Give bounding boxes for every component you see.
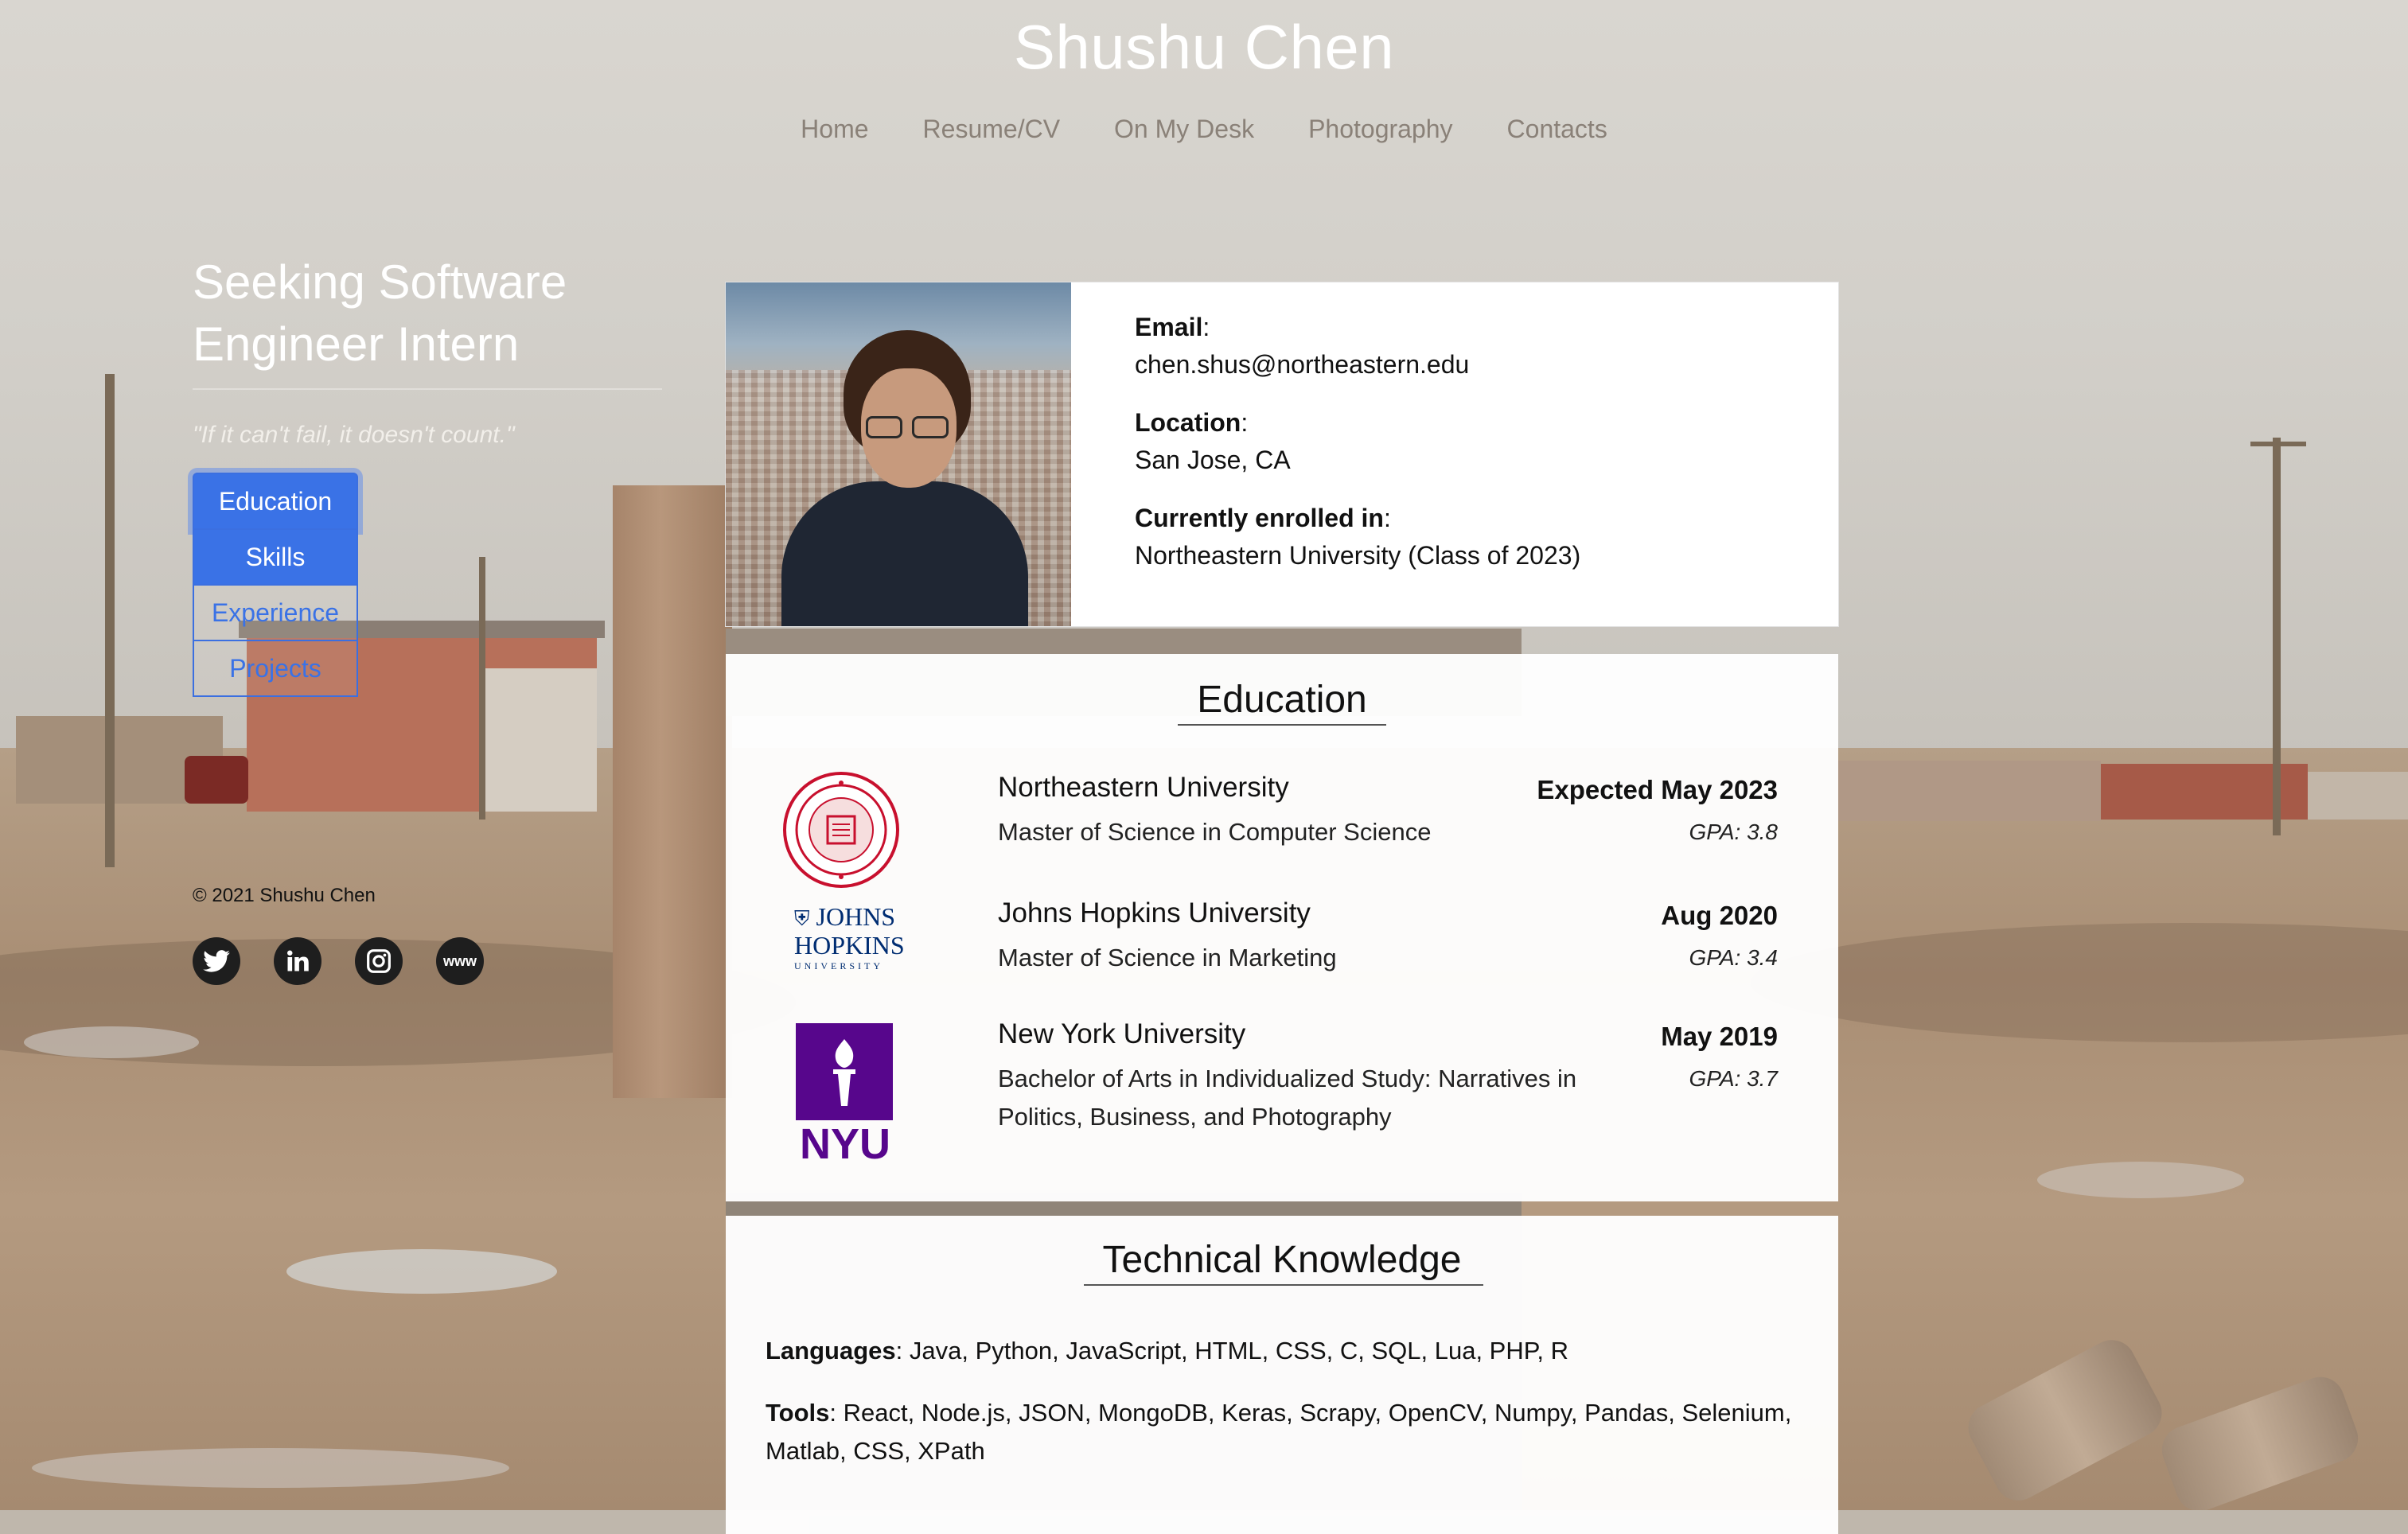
nav-on-my-desk-link[interactable]: On My Desk [1114,115,1254,144]
education-section: Education Northeastern University Master… [726,654,1838,1201]
johns-hopkins-logo: ⛨ JOHNS HOPKINS UNIVERSITY [794,902,905,971]
nav-photography-link[interactable]: Photography [1308,115,1452,144]
email-value: chen.shus@northeastern.edu [1135,350,1470,379]
education-gpa: GPA: 3.8 [1689,820,1778,844]
section-nav: Education Skills Experience Projects [193,473,361,697]
degree-name: Master of Science in Computer Science [998,818,1432,846]
sidebar-quote: "If it can't fail, it doesn't count." [193,422,515,448]
section-nav-projects[interactable]: Projects [193,640,358,697]
tools-label: Tools [766,1399,830,1427]
nyu-torch-icon [796,1023,893,1120]
nav-contacts-link[interactable]: Contacts [1507,115,1607,144]
sidebar-heading: Seeking Software Engineer Intern [193,255,567,371]
main-nav: Home Resume/CV On My Desk Photography Co… [0,115,2408,144]
education-date: Expected May 2023 [1537,775,1778,804]
social-links: www [193,937,484,985]
jhu-logo-line2: HOPKINS [794,931,905,960]
profile-card: Email: chen.shus@northeastern.edu Locati… [726,282,1838,626]
enrolled-value: Northeastern University (Class of 2023) [1135,541,1581,570]
technical-knowledge-title: Technical Knowledge [1102,1239,1462,1281]
education-title: Education [1197,679,1367,721]
nyu-logo-text: NYU [799,1120,890,1168]
sidebar-divider [193,388,662,390]
technical-knowledge-section: Technical Knowledge Languages: Java, Pyt… [726,1216,1838,1534]
linkedin-icon[interactable] [274,937,321,985]
tools-line: Tools: React, Node.js, JSON, MongoDB, Ke… [766,1394,1792,1470]
location-value: San Jose, CA [1135,446,1291,474]
website-icon[interactable]: www [436,937,484,985]
site-title: Shushu Chen [1013,12,1395,82]
jhu-logo-line1: JOHNS [816,902,896,931]
school-name: Johns Hopkins University [998,897,1311,929]
degree-name: Master of Science in Marketing [998,944,1337,971]
tools-value: : React, Node.js, JSON, MongoDB, Keras, … [766,1399,1792,1465]
copyright-text: © 2021 Shushu Chen [193,885,376,906]
sidebar: Seeking Software Engineer Intern "If it … [193,251,662,697]
northeastern-seal-logo [783,772,899,892]
website-icon-label: www [442,952,477,969]
jhu-logo-line3: UNIVERSITY [794,960,883,971]
school-name: Northeastern University [998,772,1289,803]
profile-photo [726,282,1071,626]
education-gpa: GPA: 3.4 [1689,945,1778,970]
nyu-logo: NYU [796,1023,894,1168]
education-gpa: GPA: 3.7 [1689,1066,1778,1091]
location-label: Location [1135,408,1241,437]
education-date: May 2019 [1661,1022,1778,1051]
education-date: Aug 2020 [1661,901,1778,930]
education-title-underline [1178,724,1386,726]
enrolled-label: Currently enrolled in [1135,504,1384,532]
languages-value: : Java, Python, JavaScript, HTML, CSS, C… [895,1337,1569,1365]
twitter-icon[interactable] [193,937,240,985]
nav-home-link[interactable]: Home [801,115,868,144]
section-nav-experience[interactable]: Experience [193,584,358,641]
nav-resume-link[interactable]: Resume/CV [923,115,1061,144]
school-name: New York University [998,1018,1246,1049]
instagram-icon[interactable] [355,937,403,985]
languages-label: Languages [766,1337,896,1365]
technical-knowledge-title-underline [1084,1284,1483,1286]
languages-line: Languages: Java, Python, JavaScript, HTM… [766,1332,1792,1370]
degree-name: Bachelor of Arts in Individualized Study… [998,1065,1577,1131]
email-label: Email [1135,313,1203,341]
section-nav-skills[interactable]: Skills [193,528,358,586]
profile-info: Email: chen.shus@northeastern.edu Locati… [1135,313,1581,570]
section-nav-education[interactable]: Education [193,473,358,530]
